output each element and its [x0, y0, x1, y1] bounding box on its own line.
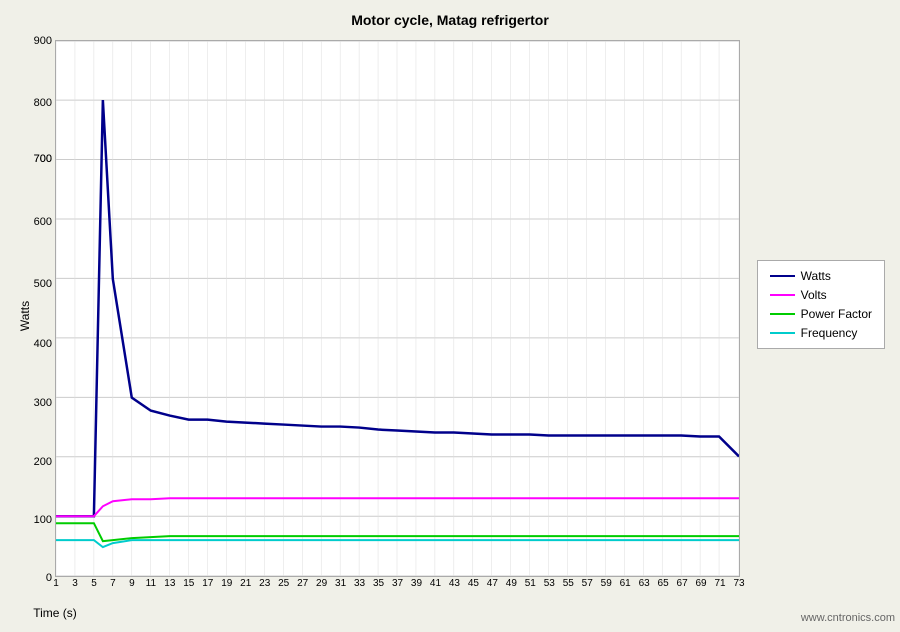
x-tick-43: 43 [449, 578, 460, 589]
x-tick-41: 41 [430, 578, 441, 589]
x-tick-7: 7 [110, 578, 116, 589]
legend-label-volts: Volts [801, 288, 827, 302]
x-tick-63: 63 [639, 578, 650, 589]
y-tick-800: 800 [34, 97, 52, 109]
x-tick-71: 71 [714, 578, 725, 589]
x-tick-35: 35 [373, 578, 384, 589]
x-tick-23: 23 [259, 578, 270, 589]
chart-svg [56, 41, 739, 576]
x-tick-39: 39 [411, 578, 422, 589]
x-tick-1: 1 [53, 578, 59, 589]
watermark: www.cntronics.com [801, 612, 895, 624]
y-tick-200: 200 [34, 456, 52, 468]
legend-line-volts [770, 294, 795, 296]
x-tick-65: 65 [658, 578, 669, 589]
x-tick-25: 25 [278, 578, 289, 589]
chart-title: Motor cycle, Matag refrigertor [0, 0, 900, 32]
x-tick-9: 9 [129, 578, 135, 589]
x-tick-69: 69 [695, 578, 706, 589]
x-tick-61: 61 [620, 578, 631, 589]
x-tick-31: 31 [335, 578, 346, 589]
x-tick-15: 15 [183, 578, 194, 589]
legend-label-watts: Watts [801, 269, 831, 283]
x-tick-21: 21 [240, 578, 251, 589]
x-tick-5: 5 [91, 578, 97, 589]
y-tick-400: 400 [34, 338, 52, 350]
legend-line-frequency [770, 332, 795, 334]
x-tick-73: 73 [733, 578, 744, 589]
x-tick-11: 11 [146, 578, 156, 589]
legend-item-frequency: Frequency [770, 326, 872, 340]
x-tick-27: 27 [297, 578, 308, 589]
legend-line-watts [770, 275, 795, 277]
x-tick-29: 29 [316, 578, 327, 589]
x-tick-67: 67 [677, 578, 688, 589]
legend-item-power-factor: Power Factor [770, 307, 872, 321]
x-tick-51: 51 [525, 578, 536, 589]
y-tick-900: 900 [34, 35, 52, 47]
legend-line-power-factor [770, 313, 795, 315]
y-tick-600: 600 [34, 216, 52, 228]
x-tick-55: 55 [563, 578, 574, 589]
x-tick-13: 13 [164, 578, 175, 589]
y-tick-300: 300 [34, 397, 52, 409]
x-tick-17: 17 [202, 578, 213, 589]
chart-container: Motor cycle, Matag refrigertor Watts [0, 0, 900, 632]
x-axis-label: Time (s) [0, 606, 398, 620]
y-tick-0: 0 [46, 572, 52, 584]
x-tick-33: 33 [354, 578, 365, 589]
x-tick-59: 59 [601, 578, 612, 589]
x-tick-57: 57 [582, 578, 593, 589]
y-tick-500: 500 [34, 278, 52, 290]
y-tick-700c: 700 [34, 153, 52, 165]
legend-label-power-factor: Power Factor [801, 307, 872, 321]
x-tick-19: 19 [221, 578, 232, 589]
y-tick-100: 100 [34, 514, 52, 526]
legend-item-watts: Watts [770, 269, 872, 283]
x-tick-3: 3 [72, 578, 78, 589]
legend-item-volts: Volts [770, 288, 872, 302]
x-tick-37: 37 [392, 578, 403, 589]
legend: Watts Volts Power Factor Frequency [757, 260, 885, 349]
chart-area: 900 800 700 700 600 500 400 300 200 100 … [55, 40, 740, 577]
x-tick-53: 53 [544, 578, 555, 589]
x-tick-49: 49 [506, 578, 517, 589]
legend-label-frequency: Frequency [801, 326, 858, 340]
x-tick-45: 45 [468, 578, 479, 589]
x-tick-47: 47 [487, 578, 498, 589]
